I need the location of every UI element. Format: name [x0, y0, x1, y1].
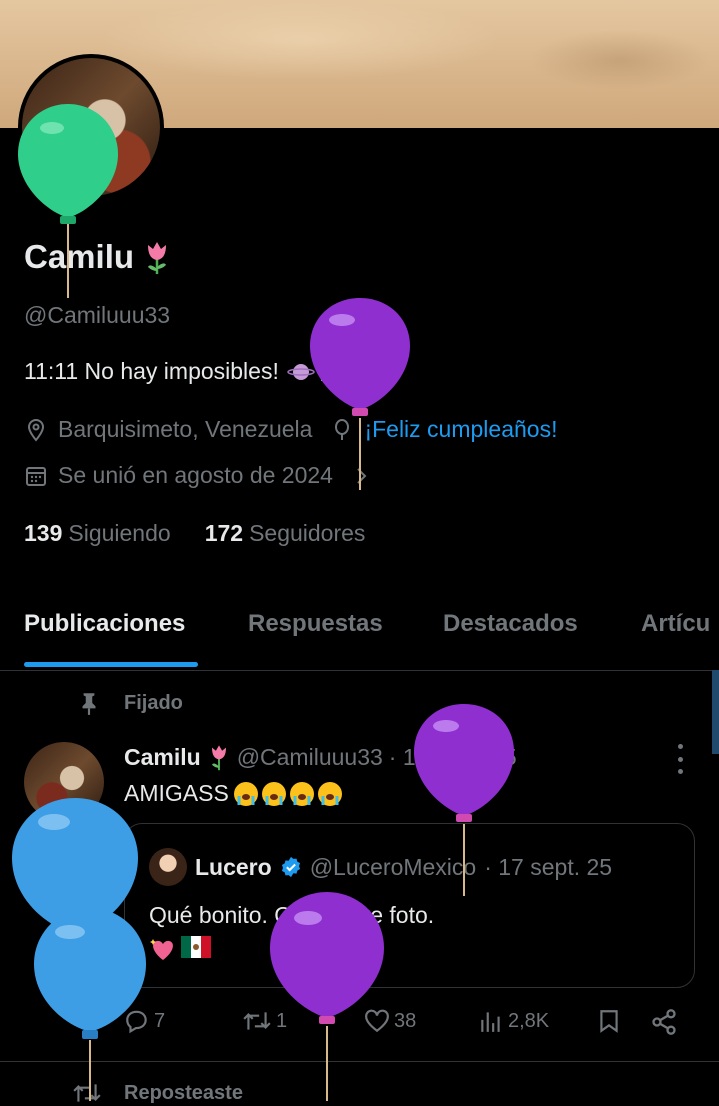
- post-author-handle[interactable]: @Camiluuu33: [237, 744, 383, 771]
- quoted-post-header: Lucero @LuceroMexico · 17 sept. 25: [149, 848, 612, 886]
- share-icon: [652, 1009, 676, 1035]
- calendar-icon: [26, 466, 46, 486]
- tulip-icon: [148, 242, 167, 274]
- bio-text: 11:11 No hay imposibles!: [24, 358, 279, 384]
- location-pin-icon: [27, 418, 45, 442]
- like-count: 38: [394, 1009, 417, 1032]
- quoted-post[interactable]: Lucero @LuceroMexico · 17 sept. 25 Qué b…: [124, 823, 695, 988]
- verified-badge-icon: [281, 856, 300, 878]
- active-tab-indicator: [24, 662, 198, 667]
- tab-respuestas[interactable]: Respuestas: [248, 610, 383, 638]
- quoted-author-name: Lucero: [195, 853, 272, 880]
- pin-icon: [82, 693, 96, 715]
- quoted-post-emojis: [149, 936, 211, 962]
- following-link[interactable]: 139 Siguiendo: [24, 520, 171, 547]
- post-actions: 7 1 38 2,8K: [124, 1008, 684, 1044]
- pinned-indicator: Fijado: [76, 690, 183, 716]
- post-text: AMIGASS: [124, 780, 345, 807]
- profile-handle: @Camiluuu33: [24, 302, 171, 328]
- purple-balloon-icon: [310, 298, 410, 490]
- analytics-icon: [481, 1012, 500, 1032]
- scrollbar[interactable]: [712, 670, 719, 754]
- bookmark-button[interactable]: [596, 1008, 622, 1034]
- quoted-author-avatar[interactable]: [149, 848, 187, 886]
- share-button[interactable]: [650, 1008, 678, 1036]
- profile-tabs: Publicaciones Respuestas Destacados Artí…: [0, 596, 719, 671]
- mexico-flag-icon: [181, 936, 211, 958]
- sparkling-heart-icon: [150, 939, 173, 960]
- post-author-name[interactable]: Camilu: [124, 744, 201, 771]
- views-button[interactable]: 2,8K: [478, 1008, 549, 1034]
- pinned-label: Fijado: [124, 691, 183, 714]
- tab-publicaciones[interactable]: Publicaciones: [24, 610, 185, 638]
- profile-meta-row-1: Barquisimeto, Venezuela ¡Feliz cumpleaño…: [24, 416, 557, 443]
- blue-balloon-icon: [34, 908, 146, 1101]
- green-balloon-icon: [18, 104, 118, 298]
- purple-balloon-icon: [414, 704, 514, 896]
- bookmark-icon: [600, 1010, 618, 1033]
- joined-text: Se unió en agosto de 2024: [58, 462, 333, 488]
- tulip-icon: [211, 745, 226, 771]
- view-count: 2,8K: [508, 1009, 550, 1032]
- tab-articulos[interactable]: Artícu: [641, 610, 710, 638]
- location-text: Barquisimeto, Venezuela: [58, 416, 313, 442]
- purple-balloon-icon: [270, 892, 384, 1101]
- tab-destacados[interactable]: Destacados: [443, 610, 578, 638]
- more-options-icon[interactable]: [670, 744, 690, 774]
- followers-link[interactable]: 172 Seguidores: [205, 520, 366, 547]
- reply-count: 7: [154, 1009, 166, 1032]
- crying-face-emojis: [233, 781, 342, 806]
- profile-stats: 139 Siguiendo 172 Seguidores: [24, 520, 365, 547]
